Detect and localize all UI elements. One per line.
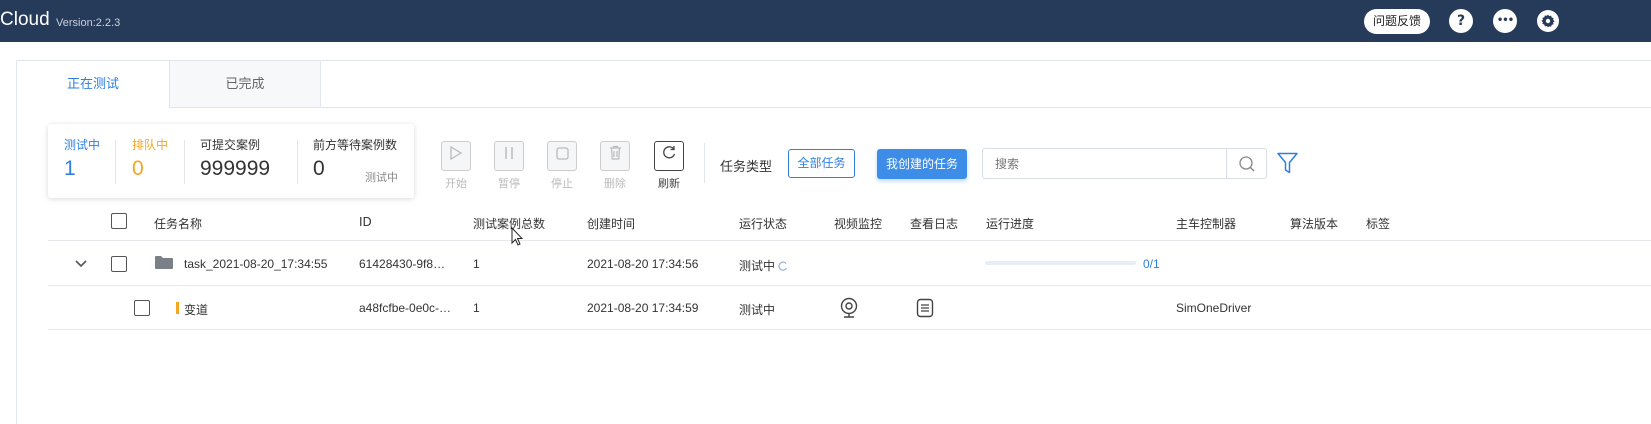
help-button[interactable]: ? <box>1449 9 1473 33</box>
start-label: 开始 <box>445 177 467 190</box>
search-button[interactable] <box>1226 149 1266 178</box>
tab-divider <box>321 107 1651 108</box>
app-version: Version:2.2.3 <box>56 17 121 29</box>
all-tasks-button[interactable]: 全部任务 <box>788 149 855 178</box>
row-id: 61428430-9f8… <box>359 257 446 271</box>
delete-button[interactable]: 删除 <box>600 141 630 191</box>
stats-card: 测试中 1 排队中 0 可提交案例 999999 前方等待案例数 0 测试中 <box>48 124 414 198</box>
stat-testing: 测试中 1 <box>64 136 100 181</box>
loading-icon <box>778 260 788 275</box>
row-status: 测试中 <box>739 259 776 273</box>
chevron-down-icon <box>75 260 87 268</box>
search-icon <box>1239 156 1255 172</box>
divider <box>297 140 298 184</box>
header-divider <box>48 240 1651 241</box>
col-tag: 标签 <box>1366 217 1391 231</box>
pause-icon <box>505 147 513 159</box>
my-tasks-button[interactable]: 我创建的任务 <box>877 149 967 179</box>
stat-queued-label: 排队中 <box>132 138 169 152</box>
stat-waiting-label: 前方等待案例数 <box>313 138 398 152</box>
more-button[interactable]: ••• <box>1493 9 1517 33</box>
col-video: 视频监控 <box>834 217 883 231</box>
refresh-icon <box>663 146 676 159</box>
row-id: a48fcfbe-0e0c-… <box>359 301 452 315</box>
stat-submittable-value: 999999 <box>200 157 271 180</box>
row-status: 测试中 <box>739 303 776 317</box>
stat-submittable: 可提交案例 999999 <box>200 136 270 181</box>
case-marker <box>176 302 179 314</box>
row-created: 2021-08-20 17:34:56 <box>587 257 699 271</box>
row-checkbox[interactable] <box>111 256 127 272</box>
col-logs: 查看日志 <box>910 217 959 231</box>
app-brand: Cloud <box>0 9 50 30</box>
stat-queued: 排队中 0 <box>132 136 168 181</box>
tab-testing[interactable]: 正在测试 <box>17 61 169 108</box>
col-status: 运行状态 <box>739 217 788 231</box>
top-bar: Cloud Version:2.2.3 问题反馈 ? ••• <box>0 0 1651 42</box>
row-total: 1 <box>473 301 480 315</box>
view-log-button[interactable] <box>915 298 935 322</box>
refresh-label: 刷新 <box>658 177 680 190</box>
stop-icon <box>555 147 569 160</box>
delete-label: 删除 <box>604 177 626 190</box>
pause-label: 暂停 <box>498 177 520 190</box>
select-all-checkbox[interactable] <box>111 213 127 229</box>
camera-icon <box>840 297 858 318</box>
stat-submittable-label: 可提交案例 <box>200 138 261 152</box>
col-controller: 主车控制器 <box>1176 217 1237 231</box>
expand-toggle[interactable] <box>74 258 88 273</box>
filter-icon <box>1277 152 1298 174</box>
feedback-button[interactable]: 问题反馈 <box>1364 9 1430 34</box>
divider <box>184 140 185 184</box>
col-progress: 运行进度 <box>986 217 1035 231</box>
row-case-name[interactable]: 变道 <box>184 301 208 318</box>
col-created-time: 创建时间 <box>587 217 636 231</box>
toolbar-divider <box>704 143 705 183</box>
col-algo-version: 算法版本 <box>1290 217 1339 231</box>
log-icon <box>916 298 934 318</box>
row-task-name[interactable]: task_2021-08-20_17:34:55 <box>184 257 327 271</box>
progress-text: 0/1 <box>1143 257 1160 271</box>
folder-icon <box>155 255 173 274</box>
main-panel <box>16 60 1651 424</box>
row-controller: SimOneDriver <box>1176 301 1252 315</box>
gear-icon <box>1537 10 1559 32</box>
play-icon <box>450 145 463 161</box>
stop-label: 停止 <box>551 177 573 190</box>
row-created: 2021-08-20 17:34:59 <box>587 301 699 315</box>
row-total: 1 <box>473 257 480 271</box>
filter-button[interactable] <box>1277 152 1298 178</box>
search-box <box>982 148 1267 179</box>
search-input[interactable] <box>983 149 1227 178</box>
pause-button[interactable]: 暂停 <box>494 141 524 191</box>
row-divider <box>48 329 1651 330</box>
stop-button[interactable]: 停止 <box>547 141 577 191</box>
settings-button[interactable] <box>1536 9 1560 33</box>
col-task-name: 任务名称 <box>154 217 203 231</box>
tab-completed[interactable]: 已完成 <box>169 61 321 108</box>
cursor-icon <box>511 226 524 250</box>
refresh-button[interactable]: 刷新 <box>654 141 684 191</box>
task-type-label: 任务类型 <box>720 160 773 175</box>
stat-testing-value: 1 <box>64 157 76 180</box>
stat-testing-label: 测试中 <box>64 138 101 152</box>
progress-bar <box>985 261 1136 265</box>
start-button[interactable]: 开始 <box>441 141 471 191</box>
video-monitor-button[interactable] <box>839 297 859 323</box>
col-id: ID <box>359 215 372 229</box>
divider <box>115 140 116 184</box>
row-checkbox[interactable] <box>134 300 150 316</box>
stat-waiting-sub: 测试中 <box>365 171 398 184</box>
stat-queued-value: 0 <box>132 157 144 180</box>
trash-icon <box>609 145 621 160</box>
row-divider <box>48 285 1651 286</box>
col-total-cases: 测试案例总数 <box>473 217 546 231</box>
